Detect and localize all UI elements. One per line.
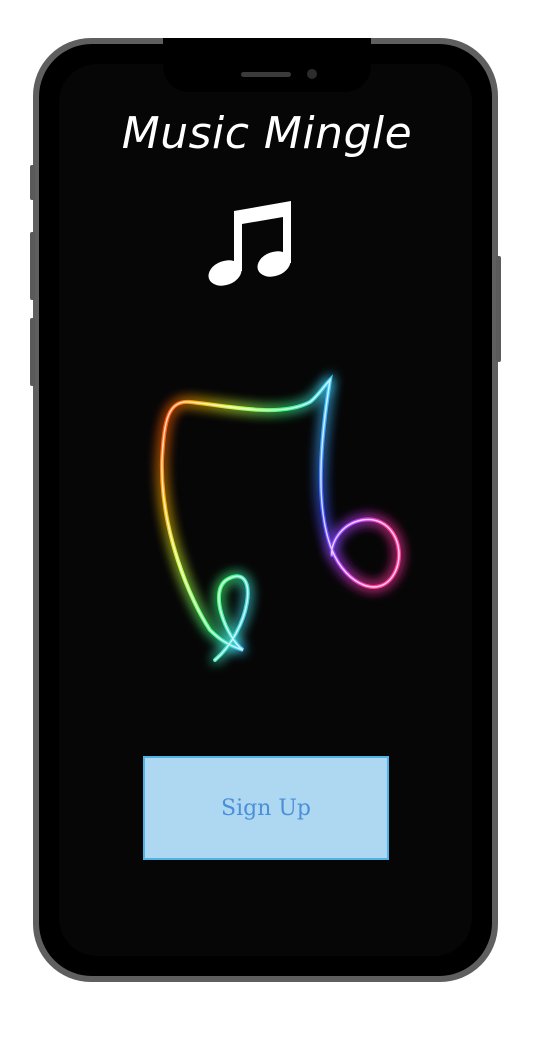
volume-up-button — [30, 232, 35, 300]
volume-down-button — [30, 318, 35, 386]
front-camera — [307, 69, 317, 79]
power-button — [496, 256, 501, 362]
phone-notch — [163, 38, 371, 92]
silent-switch — [30, 165, 35, 200]
speaker-grille — [241, 72, 291, 77]
sign-up-button[interactable]: Sign Up — [143, 756, 389, 860]
music-note-icon — [208, 201, 291, 286]
neon-music-note-icon — [159, 374, 401, 662]
app-title: Music Mingle — [121, 108, 413, 159]
